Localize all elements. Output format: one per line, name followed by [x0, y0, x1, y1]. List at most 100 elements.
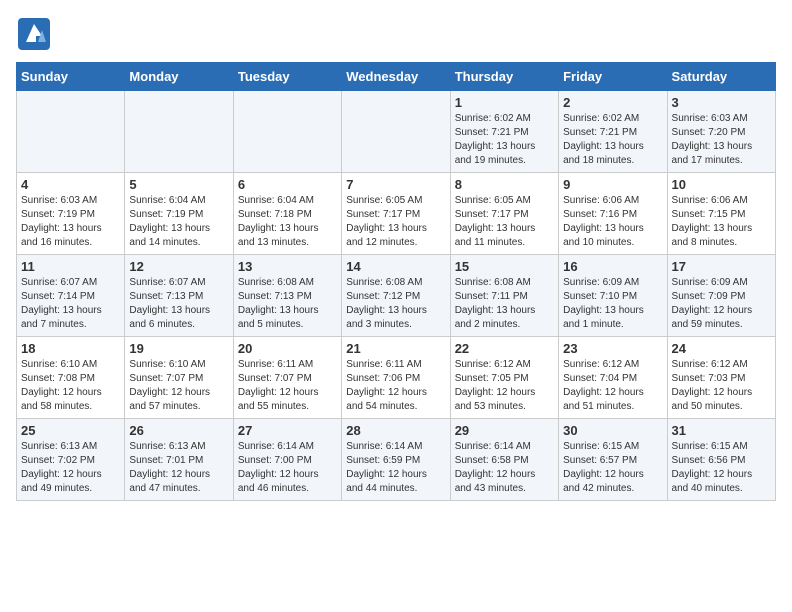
weekday-header-wednesday: Wednesday: [342, 63, 450, 91]
calendar-cell: 15 Sunrise: 6:08 AM Sunset: 7:11 PM Dayli…: [450, 255, 558, 337]
day-info: Sunrise: 6:11 AM Sunset: 7:07 PM Dayligh…: [238, 358, 337, 414]
day-number: 17: [672, 259, 771, 274]
calendar-cell: 20 Sunrise: 6:11 AM Sunset: 7:07 PM Dayli…: [233, 337, 341, 419]
logo: [16, 16, 56, 52]
day-info: Sunrise: 6:13 AM Sunset: 7:02 PM Dayligh…: [21, 440, 120, 496]
calendar-cell: 24 Sunrise: 6:12 AM Sunset: 7:03 PM Dayli…: [667, 337, 775, 419]
day-info: Sunrise: 6:08 AM Sunset: 7:12 PM Dayligh…: [346, 276, 445, 332]
day-number: 9: [563, 177, 662, 192]
day-number: 10: [672, 177, 771, 192]
day-number: 28: [346, 423, 445, 438]
weekday-header-monday: Monday: [125, 63, 233, 91]
week-row-4: 18 Sunrise: 6:10 AM Sunset: 7:08 PM Dayli…: [17, 337, 776, 419]
calendar-cell: 12Sunrise: 6:07 AM Sunset: 7:13 PM Dayli…: [125, 255, 233, 337]
day-number: 1: [455, 95, 554, 110]
day-number: 15: [455, 259, 554, 274]
calendar-cell: 7 Sunrise: 6:05 AM Sunset: 7:17 PM Daylig…: [342, 173, 450, 255]
day-info: Sunrise: 6:10 AM Sunset: 7:08 PM Dayligh…: [21, 358, 120, 414]
day-number: 26: [129, 423, 228, 438]
calendar-cell: 14 Sunrise: 6:08 AM Sunset: 7:12 PM Dayli…: [342, 255, 450, 337]
calendar-table: SundayMondayTuesdayWednesdayThursdayFrid…: [16, 62, 776, 501]
calendar-cell: 6 Sunrise: 6:04 AM Sunset: 7:18 PM Daylig…: [233, 173, 341, 255]
day-info: Sunrise: 6:04 AM Sunset: 7:19 PM Dayligh…: [129, 194, 228, 250]
calendar-cell: 30 Sunrise: 6:15 AM Sunset: 6:57 PM Dayli…: [559, 419, 667, 501]
calendar-cell: 31 Sunrise: 6:15 AM Sunset: 6:56 PM Dayli…: [667, 419, 775, 501]
day-info: Sunrise: 6:10 AM Sunset: 7:07 PM Dayligh…: [129, 358, 228, 414]
day-info: Sunrise: 6:12 AM Sunset: 7:03 PM Dayligh…: [672, 358, 771, 414]
day-info: Sunrise: 6:14 AM Sunset: 6:58 PM Dayligh…: [455, 440, 554, 496]
day-info: Sunrise: 6:05 AM Sunset: 7:17 PM Dayligh…: [346, 194, 445, 250]
day-info: Sunrise: 6:07 AM Sunset: 7:14 PM Dayligh…: [21, 276, 120, 332]
calendar-cell: 18 Sunrise: 6:10 AM Sunset: 7:08 PM Dayli…: [17, 337, 125, 419]
day-info: Sunrise: 6:13 AM Sunset: 7:01 PM Dayligh…: [129, 440, 228, 496]
day-info: Sunrise: 6:12 AM Sunset: 7:04 PM Dayligh…: [563, 358, 662, 414]
day-info: Sunrise: 6:09 AM Sunset: 7:10 PM Dayligh…: [563, 276, 662, 332]
day-info: Sunrise: 6:04 AM Sunset: 7:18 PM Dayligh…: [238, 194, 337, 250]
calendar-cell: 19 Sunrise: 6:10 AM Sunset: 7:07 PM Dayli…: [125, 337, 233, 419]
calendar-cell: [342, 91, 450, 173]
weekday-header-tuesday: Tuesday: [233, 63, 341, 91]
calendar-cell: 13 Sunrise: 6:08 AM Sunset: 7:13 PM Dayli…: [233, 255, 341, 337]
day-info: Sunrise: 6:08 AM Sunset: 7:13 PM Dayligh…: [238, 276, 337, 332]
calendar-cell: 8Sunrise: 6:05 AM Sunset: 7:17 PM Daylig…: [450, 173, 558, 255]
calendar-cell: 5 Sunrise: 6:04 AM Sunset: 7:19 PM Daylig…: [125, 173, 233, 255]
day-number: 18: [21, 341, 120, 356]
calendar-cell: [125, 91, 233, 173]
calendar-cell: 4Sunrise: 6:03 AM Sunset: 7:19 PM Daylig…: [17, 173, 125, 255]
day-info: Sunrise: 6:11 AM Sunset: 7:06 PM Dayligh…: [346, 358, 445, 414]
day-number: 7: [346, 177, 445, 192]
day-number: 27: [238, 423, 337, 438]
day-info: Sunrise: 6:07 AM Sunset: 7:13 PM Dayligh…: [129, 276, 228, 332]
calendar-cell: 3 Sunrise: 6:03 AM Sunset: 7:20 PM Daylig…: [667, 91, 775, 173]
calendar-cell: 22 Sunrise: 6:12 AM Sunset: 7:05 PM Dayli…: [450, 337, 558, 419]
day-info: Sunrise: 6:15 AM Sunset: 6:57 PM Dayligh…: [563, 440, 662, 496]
day-number: 22: [455, 341, 554, 356]
day-info: Sunrise: 6:09 AM Sunset: 7:09 PM Dayligh…: [672, 276, 771, 332]
day-info: Sunrise: 6:14 AM Sunset: 6:59 PM Dayligh…: [346, 440, 445, 496]
weekday-header-row: SundayMondayTuesdayWednesdayThursdayFrid…: [17, 63, 776, 91]
day-number: 6: [238, 177, 337, 192]
week-row-5: 25Sunrise: 6:13 AM Sunset: 7:02 PM Dayli…: [17, 419, 776, 501]
calendar-cell: 17 Sunrise: 6:09 AM Sunset: 7:09 PM Dayli…: [667, 255, 775, 337]
weekday-header-saturday: Saturday: [667, 63, 775, 91]
calendar-cell: 2 Sunrise: 6:02 AM Sunset: 7:21 PM Daylig…: [559, 91, 667, 173]
day-info: Sunrise: 6:02 AM Sunset: 7:21 PM Dayligh…: [455, 112, 554, 168]
day-info: Sunrise: 6:02 AM Sunset: 7:21 PM Dayligh…: [563, 112, 662, 168]
day-info: Sunrise: 6:14 AM Sunset: 7:00 PM Dayligh…: [238, 440, 337, 496]
day-number: 31: [672, 423, 771, 438]
day-info: Sunrise: 6:06 AM Sunset: 7:16 PM Dayligh…: [563, 194, 662, 250]
day-number: 19: [129, 341, 228, 356]
day-info: Sunrise: 6:03 AM Sunset: 7:19 PM Dayligh…: [21, 194, 120, 250]
calendar-cell: [17, 91, 125, 173]
page-header: [16, 16, 776, 52]
day-number: 2: [563, 95, 662, 110]
calendar-cell: 16 Sunrise: 6:09 AM Sunset: 7:10 PM Dayli…: [559, 255, 667, 337]
day-number: 24: [672, 341, 771, 356]
day-number: 23: [563, 341, 662, 356]
day-info: Sunrise: 6:03 AM Sunset: 7:20 PM Dayligh…: [672, 112, 771, 168]
day-number: 5: [129, 177, 228, 192]
day-number: 14: [346, 259, 445, 274]
weekday-header-friday: Friday: [559, 63, 667, 91]
day-number: 3: [672, 95, 771, 110]
calendar-cell: 10 Sunrise: 6:06 AM Sunset: 7:15 PM Dayli…: [667, 173, 775, 255]
calendar-cell: 23 Sunrise: 6:12 AM Sunset: 7:04 PM Dayli…: [559, 337, 667, 419]
day-number: 30: [563, 423, 662, 438]
weekday-header-sunday: Sunday: [17, 63, 125, 91]
calendar-cell: 29 Sunrise: 6:14 AM Sunset: 6:58 PM Dayli…: [450, 419, 558, 501]
week-row-1: 1 Sunrise: 6:02 AM Sunset: 7:21 PM Daylig…: [17, 91, 776, 173]
day-number: 16: [563, 259, 662, 274]
day-info: Sunrise: 6:08 AM Sunset: 7:11 PM Dayligh…: [455, 276, 554, 332]
day-info: Sunrise: 6:15 AM Sunset: 6:56 PM Dayligh…: [672, 440, 771, 496]
day-number: 11: [21, 259, 120, 274]
day-number: 21: [346, 341, 445, 356]
calendar-cell: 21 Sunrise: 6:11 AM Sunset: 7:06 PM Dayli…: [342, 337, 450, 419]
day-info: Sunrise: 6:06 AM Sunset: 7:15 PM Dayligh…: [672, 194, 771, 250]
calendar-cell: 9 Sunrise: 6:06 AM Sunset: 7:16 PM Daylig…: [559, 173, 667, 255]
calendar-cell: 25Sunrise: 6:13 AM Sunset: 7:02 PM Dayli…: [17, 419, 125, 501]
day-number: 20: [238, 341, 337, 356]
day-info: Sunrise: 6:12 AM Sunset: 7:05 PM Dayligh…: [455, 358, 554, 414]
day-number: 13: [238, 259, 337, 274]
weekday-header-thursday: Thursday: [450, 63, 558, 91]
day-number: 29: [455, 423, 554, 438]
